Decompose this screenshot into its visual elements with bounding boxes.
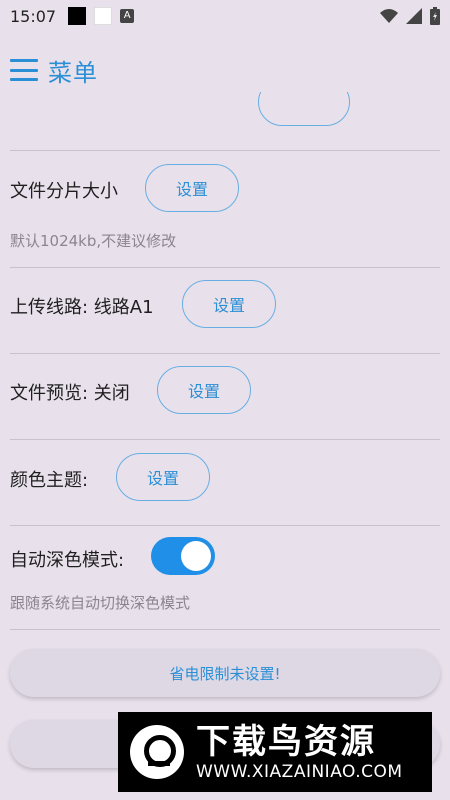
wifi-icon [380,9,398,23]
toggle-knob [181,541,211,571]
file-preview-label: 文件预览: 关闭 [10,383,130,404]
settings-list[interactable]: 文件分片大小 设置 默认1024kb,不建议修改 上传线路: 线路A1 设置 文… [0,92,450,800]
divider [10,353,440,354]
divider [10,525,440,526]
power-limit-button[interactable]: 省电限制未设置! [10,649,440,697]
file-chunk-hint: 默认1024kb,不建议修改 [10,232,177,250]
watermark-logo: 下载鸟资源 WWW.XIAZAINIAO.COM [118,712,432,792]
upload-route-label: 上传线路: 线路A1 [10,297,154,318]
status-bar: 15:07 A [0,0,450,32]
divider [10,439,440,440]
auto-dark-label: 自动深色模式: [10,550,125,571]
file-chunk-set-button[interactable]: 设置 [145,164,239,212]
upload-route-set-button[interactable]: 设置 [182,280,276,328]
divider [10,629,440,630]
file-chunk-label: 文件分片大小 [10,181,118,202]
battery-icon [430,7,440,25]
status-time: 15:07 [10,6,57,26]
color-theme-label: 颜色主题: [10,470,89,491]
auto-dark-toggle[interactable] [151,537,215,575]
divider [10,150,440,151]
hamburger-menu-icon[interactable] [10,59,38,81]
black-square-icon [68,7,87,25]
watermark-title: 下载鸟资源 [196,722,376,762]
color-theme-set-button[interactable]: 设置 [116,453,210,501]
auto-dark-hint: 跟随系统自动切换深色模式 [10,594,191,612]
a-badge-icon: A [120,9,135,23]
watermark-url: WWW.XIAZAINIAO.COM [196,762,403,782]
white-square-icon [94,7,113,25]
divider [10,267,440,268]
file-preview-set-button[interactable]: 设置 [157,366,251,414]
page-title: 菜单 [48,58,98,87]
previous-row-button[interactable] [258,92,350,126]
signal-icon [406,8,422,24]
app-bar: 菜单 [0,48,450,92]
status-icons [380,7,440,25]
bird-logo-icon [130,725,184,779]
